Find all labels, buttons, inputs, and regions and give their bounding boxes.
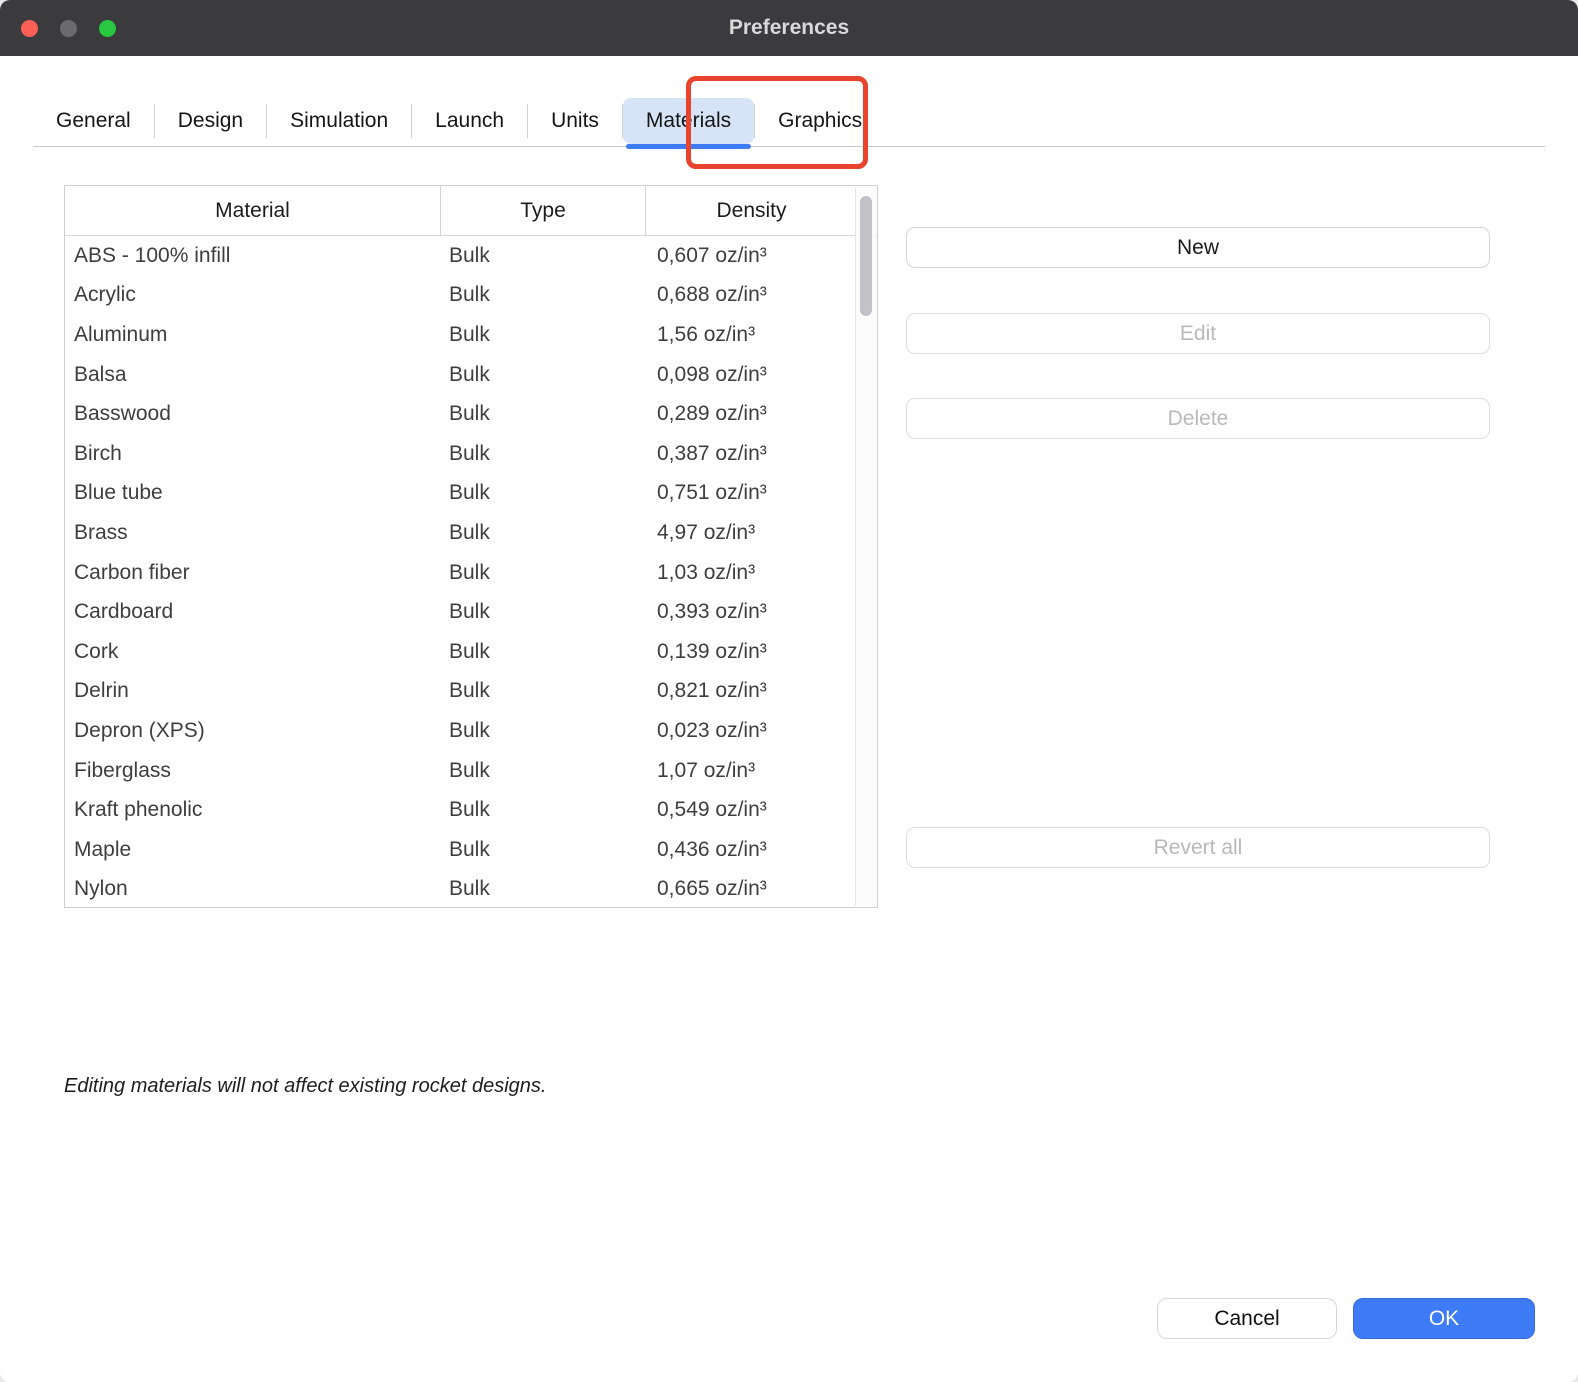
traffic-lights (21, 0, 116, 56)
cell-material: Birch (65, 442, 441, 466)
tab-general[interactable]: General (33, 98, 154, 144)
table-row[interactable]: MapleBulk0,436 oz/in³ (65, 830, 877, 870)
cell-type: Bulk (441, 561, 646, 585)
cell-material: Acrylic (65, 283, 441, 307)
column-header-type[interactable]: Type (441, 186, 646, 235)
cell-density: 1,03 oz/in³ (646, 561, 877, 585)
delete-button[interactable]: Delete (906, 398, 1490, 439)
table-header: Material Type Density (65, 186, 877, 236)
cell-material: Kraft phenolic (65, 798, 441, 822)
cell-density: 0,821 oz/in³ (646, 679, 877, 703)
cell-type: Bulk (441, 759, 646, 783)
cell-type: Bulk (441, 838, 646, 862)
tab-graphics[interactable]: Graphics (755, 98, 885, 144)
title-bar: Preferences (0, 0, 1578, 56)
tab-materials[interactable]: Materials (623, 98, 754, 144)
table-row[interactable]: BasswoodBulk0,289 oz/in³ (65, 394, 877, 434)
tab-bar: GeneralDesignSimulationLaunchUnitsMateri… (33, 95, 1545, 147)
table-row[interactable]: DelrinBulk0,821 oz/in³ (65, 672, 877, 712)
cell-material: Nylon (65, 877, 441, 901)
table-row[interactable]: BalsaBulk0,098 oz/in³ (65, 355, 877, 395)
cell-type: Bulk (441, 600, 646, 624)
cell-material: Aluminum (65, 323, 441, 347)
cell-density: 0,139 oz/in³ (646, 640, 877, 664)
table-row[interactable]: AluminumBulk1,56 oz/in³ (65, 315, 877, 355)
revert-all-button[interactable]: Revert all (906, 827, 1490, 868)
cell-density: 0,436 oz/in³ (646, 838, 877, 862)
column-header-material[interactable]: Material (65, 186, 441, 235)
tab-units[interactable]: Units (528, 98, 622, 144)
cell-type: Bulk (441, 640, 646, 664)
cell-type: Bulk (441, 363, 646, 387)
table-row[interactable]: Kraft phenolicBulk0,549 oz/in³ (65, 790, 877, 830)
table-row[interactable]: BirchBulk0,387 oz/in³ (65, 434, 877, 474)
footer-note: Editing materials will not affect existi… (64, 1075, 546, 1098)
tab-simulation[interactable]: Simulation (267, 98, 411, 144)
cell-type: Bulk (441, 323, 646, 347)
ok-button[interactable]: OK (1353, 1298, 1535, 1339)
table-body: ABS - 100% infillBulk0,607 oz/in³Acrylic… (65, 236, 877, 907)
cell-type: Bulk (441, 481, 646, 505)
cell-density: 0,098 oz/in³ (646, 363, 877, 387)
table-row[interactable]: CorkBulk0,139 oz/in³ (65, 632, 877, 672)
cell-material: Delrin (65, 679, 441, 703)
cell-material: Basswood (65, 402, 441, 426)
column-header-density[interactable]: Density (646, 186, 877, 235)
cell-type: Bulk (441, 442, 646, 466)
tab-launch[interactable]: Launch (412, 98, 527, 144)
cell-material: Maple (65, 838, 441, 862)
preferences-window: Preferences GeneralDesignSimulationLaunc… (0, 0, 1578, 1382)
table-row[interactable]: Carbon fiberBulk1,03 oz/in³ (65, 553, 877, 593)
table-row[interactable]: CardboardBulk0,393 oz/in³ (65, 592, 877, 632)
table-row[interactable]: AcrylicBulk0,688 oz/in³ (65, 276, 877, 316)
table-scrollbar[interactable] (855, 187, 876, 906)
cell-material: Brass (65, 521, 441, 545)
zoom-button[interactable] (99, 20, 116, 37)
cell-density: 0,289 oz/in³ (646, 402, 877, 426)
table-row[interactable]: Depron (XPS)Bulk0,023 oz/in³ (65, 711, 877, 751)
cell-type: Bulk (441, 402, 646, 426)
minimize-button[interactable] (60, 20, 77, 37)
cell-density: 4,97 oz/in³ (646, 521, 877, 545)
table-row[interactable]: NylonBulk0,665 oz/in³ (65, 870, 877, 908)
cell-material: Balsa (65, 363, 441, 387)
cell-density: 0,549 oz/in³ (646, 798, 877, 822)
cell-type: Bulk (441, 521, 646, 545)
cell-density: 0,751 oz/in³ (646, 481, 877, 505)
close-button[interactable] (21, 20, 38, 37)
window-title: Preferences (729, 16, 849, 40)
cell-type: Bulk (441, 679, 646, 703)
cell-type: Bulk (441, 283, 646, 307)
table-row[interactable]: Blue tubeBulk0,751 oz/in³ (65, 474, 877, 514)
cancel-button[interactable]: Cancel (1157, 1298, 1337, 1339)
new-button[interactable]: New (906, 227, 1490, 268)
cell-type: Bulk (441, 798, 646, 822)
cell-material: Carbon fiber (65, 561, 441, 585)
cell-density: 0,023 oz/in³ (646, 719, 877, 743)
cell-material: Depron (XPS) (65, 719, 441, 743)
cell-density: 0,387 oz/in³ (646, 442, 877, 466)
cell-material: Fiberglass (65, 759, 441, 783)
cell-density: 0,665 oz/in³ (646, 877, 877, 901)
cell-material: Blue tube (65, 481, 441, 505)
cell-density: 1,07 oz/in³ (646, 759, 877, 783)
table-row[interactable]: BrassBulk4,97 oz/in³ (65, 513, 877, 553)
cell-material: ABS - 100% infill (65, 244, 441, 268)
scrollbar-thumb[interactable] (860, 196, 872, 316)
cell-type: Bulk (441, 719, 646, 743)
tab-design[interactable]: Design (155, 98, 266, 144)
table-row[interactable]: ABS - 100% infillBulk0,607 oz/in³ (65, 236, 877, 276)
cell-density: 0,393 oz/in³ (646, 600, 877, 624)
cell-type: Bulk (441, 244, 646, 268)
cell-material: Cork (65, 640, 441, 664)
materials-table: Material Type Density ABS - 100% infillB… (64, 185, 878, 908)
table-row[interactable]: FiberglassBulk1,07 oz/in³ (65, 751, 877, 791)
edit-button[interactable]: Edit (906, 313, 1490, 354)
cell-density: 0,688 oz/in³ (646, 283, 877, 307)
cell-type: Bulk (441, 877, 646, 901)
cell-density: 0,607 oz/in³ (646, 244, 877, 268)
cell-density: 1,56 oz/in³ (646, 323, 877, 347)
cell-material: Cardboard (65, 600, 441, 624)
